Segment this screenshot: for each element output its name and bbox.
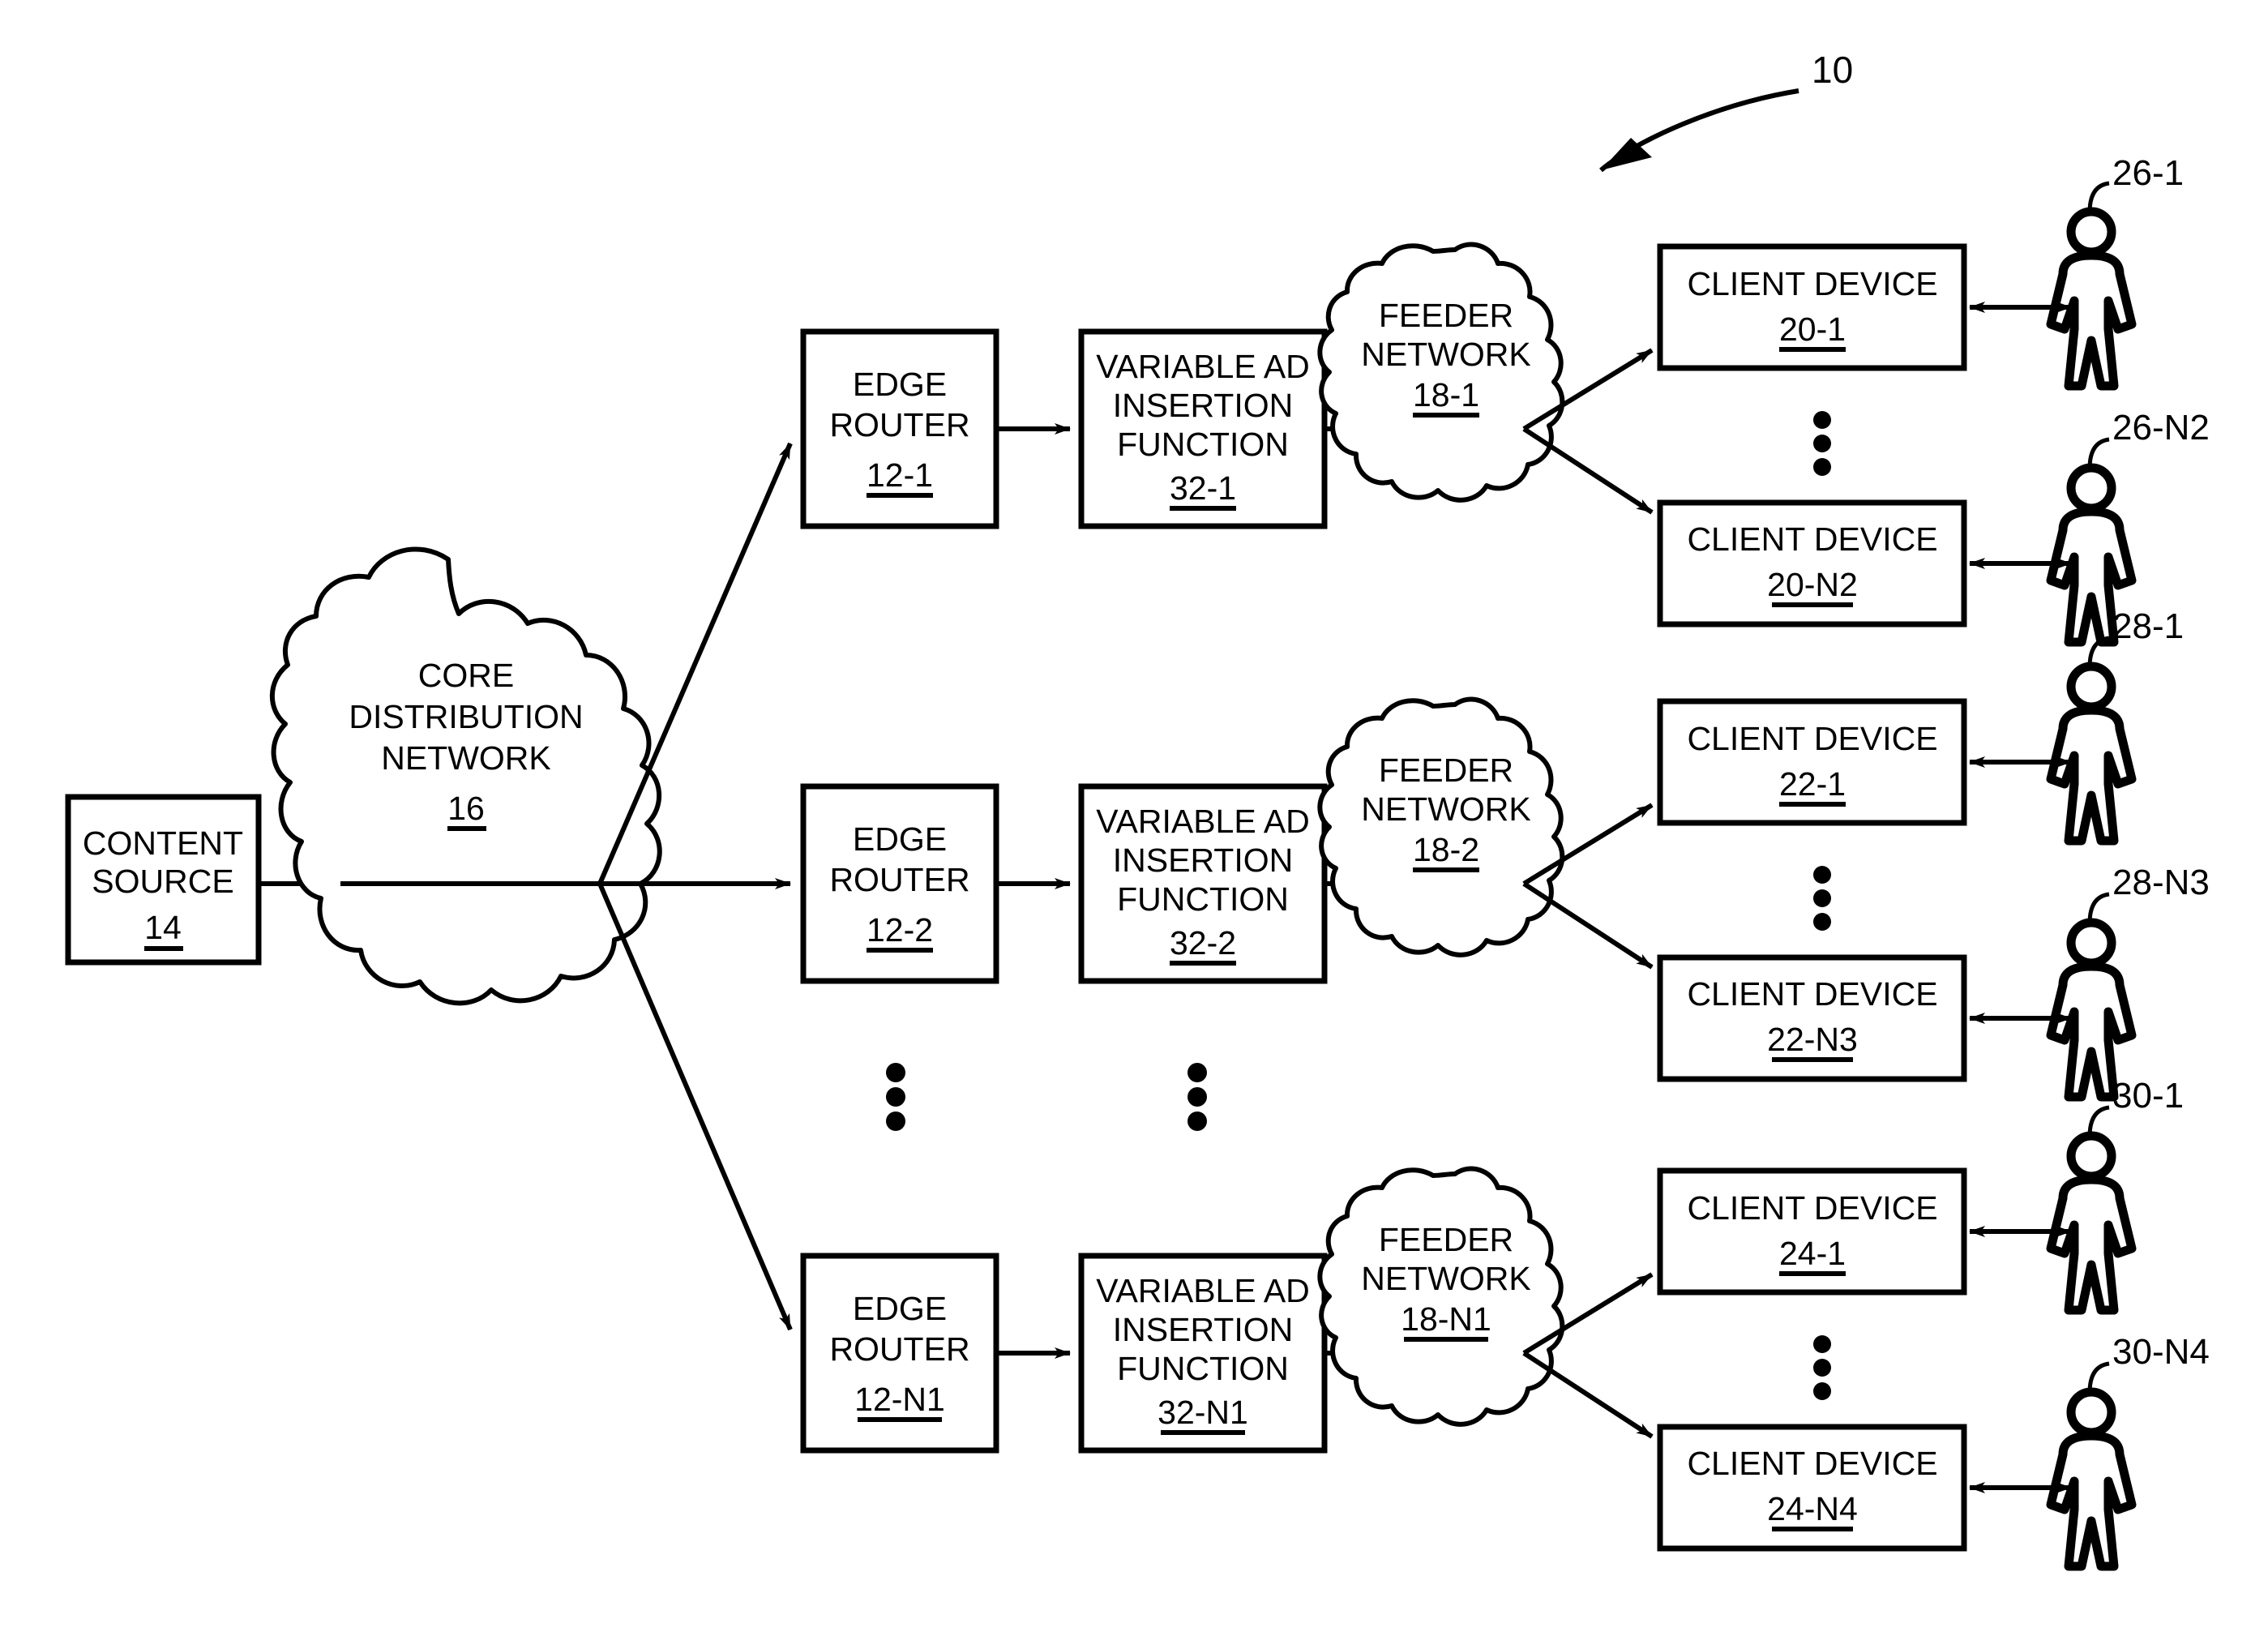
user-ref-leader-row-2-1: 28-N3 xyxy=(2087,863,2210,924)
client-device-ref-row-3-0: 24-1 xyxy=(1779,1235,1846,1272)
feeder-network-ref-row-3: 18-N1 xyxy=(1401,1300,1491,1338)
feeder-network-ref-row-2: 18-2 xyxy=(1413,831,1479,868)
ad-insertion-node-row-2[interactable]: VARIABLE AD INSERTION FUNCTION 32-2 xyxy=(1078,783,1328,984)
ad-insertion-ref-row-2: 32-2 xyxy=(1170,924,1236,962)
client-device-ref-row-3-1: 24-N4 xyxy=(1767,1490,1858,1527)
feeder-network-node-row-1[interactable]: FEEDER NETWORK 18-1 xyxy=(1317,242,1565,503)
client-device-label-row-3-0: CLIENT DEVICE xyxy=(1687,1189,1937,1227)
client-device-node-row-2-1[interactable]: CLIENT DEVICE 22-N3 xyxy=(1657,954,1967,1082)
user-ref-leader-row-3-0: 30-1 xyxy=(2087,1076,2184,1137)
ad-insertion-label-line3-row-1: FUNCTION xyxy=(1117,426,1289,463)
edge-router-label-line1-row-3: EDGE xyxy=(853,1290,947,1327)
user-figure-row-3-1 xyxy=(2046,1387,2137,1571)
client-device-ref-row-1-1: 20-N2 xyxy=(1767,566,1858,603)
content-source-node[interactable]: CONTENT SOURCE 14 xyxy=(65,794,262,966)
ad-insertion-label-line1-row-1: VARIABLE AD xyxy=(1096,348,1310,385)
ad-insertion-ref-row-1: 32-1 xyxy=(1170,469,1236,507)
client-device-label-row-1-0: CLIENT DEVICE xyxy=(1687,265,1937,302)
core-distribution-network-node[interactable]: CORE DISTRIBUTION NETWORK 16 xyxy=(269,546,662,1006)
core-network-ref: 16 xyxy=(447,790,485,827)
feeder-network-node-row-2[interactable]: FEEDER NETWORK 18-2 xyxy=(1317,696,1565,957)
user-ref-label-row-1-0: 26-1 xyxy=(2112,153,2184,193)
edge-router-label-line2-row-1: ROUTER xyxy=(829,406,969,443)
content-source-ref: 14 xyxy=(144,909,182,946)
feeder-network-label-line1-row-1: FEEDER xyxy=(1379,297,1513,334)
ad-insertion-label-line1-row-2: VARIABLE AD xyxy=(1096,803,1310,840)
user-figure-row-1-0 xyxy=(2046,207,2137,391)
client-device-label-row-3-1: CLIENT DEVICE xyxy=(1687,1445,1937,1482)
ad-insertion-label-line1-row-3: VARIABLE AD xyxy=(1096,1272,1310,1309)
feeder-out-arrow-bottom-row-1 xyxy=(1522,426,1654,515)
edge-router-column-ellipsis xyxy=(886,1063,905,1131)
ad-insertion-label-line2-row-1: INSERTION xyxy=(1113,387,1294,424)
edge-router-label-line1-row-1: EDGE xyxy=(853,366,947,403)
core-network-label-line1: CORE xyxy=(418,657,514,694)
content-source-label-line2: SOURCE xyxy=(92,863,233,900)
figure-reference-10: 10 xyxy=(1599,49,1853,173)
ad-insertion-label-line3-row-2: FUNCTION xyxy=(1117,880,1289,918)
user-figure-row-2-0 xyxy=(2046,662,2137,846)
user-ref-label-row-2-1: 28-N3 xyxy=(2112,863,2210,902)
client-device-node-row-3-0[interactable]: CLIENT DEVICE 24-1 xyxy=(1657,1167,1967,1296)
feeder-network-label-line1-row-2: FEEDER xyxy=(1379,752,1513,789)
feeder-network-label-line1-row-3: FEEDER xyxy=(1379,1221,1513,1258)
figure-ref-label: 10 xyxy=(1812,49,1853,91)
feeder-out-arrow-bottom-row-3 xyxy=(1522,1351,1654,1439)
client-ellipsis-row-3 xyxy=(1813,1335,1831,1400)
branch-arrow-row-1 xyxy=(597,442,793,885)
edge-router-node-row-1[interactable]: EDGE ROUTER 12-1 xyxy=(800,328,999,529)
edge-router-label-line2-row-3: ROUTER xyxy=(829,1330,969,1368)
edge-router-node-row-2[interactable]: EDGE ROUTER 12-2 xyxy=(800,783,999,984)
user-ref-label-row-1-1: 26-N2 xyxy=(2112,408,2210,448)
edge-router-node-row-3[interactable]: EDGE ROUTER 12-N1 xyxy=(800,1253,999,1454)
branch-arrow-row-3 xyxy=(597,882,793,1331)
user-figure-row-2-1 xyxy=(2046,918,2137,1102)
ad-insertion-label-line3-row-3: FUNCTION xyxy=(1117,1350,1289,1387)
user-ref-label-row-3-0: 30-1 xyxy=(2112,1076,2184,1116)
feeder-network-label-line2-row-2: NETWORK xyxy=(1361,790,1531,828)
user-ref-leader-row-1-1: 26-N2 xyxy=(2087,408,2210,469)
edge-router-ref-row-1: 12-1 xyxy=(867,456,933,494)
client-ellipsis-row-2 xyxy=(1813,866,1831,931)
core-network-label-line2: DISTRIBUTION xyxy=(349,698,583,735)
user-ref-leader-row-1-0: 26-1 xyxy=(2087,153,2184,213)
edge-router-ref-row-2: 12-2 xyxy=(867,911,933,949)
client-device-label-row-2-1: CLIENT DEVICE xyxy=(1687,975,1937,1013)
client-device-ref-row-2-0: 22-1 xyxy=(1779,765,1846,803)
client-device-ref-row-2-1: 22-N3 xyxy=(1767,1021,1858,1058)
user-ref-label-row-2-0: 28-1 xyxy=(2112,606,2184,646)
ad-insertion-node-row-1[interactable]: VARIABLE AD INSERTION FUNCTION 32-1 xyxy=(1078,328,1328,529)
patent-figure: 10 CONTENT SOURCE 14 CORE DISTRIBUTION N… xyxy=(0,0,2268,1649)
user-ref-leader-row-3-1: 30-N4 xyxy=(2087,1332,2210,1394)
user-ref-label-row-3-1: 30-N4 xyxy=(2112,1332,2210,1372)
ad-insertion-label-line2-row-3: INSERTION xyxy=(1113,1311,1294,1348)
feeder-network-label-line2-row-1: NETWORK xyxy=(1361,336,1531,373)
edge-router-label-line1-row-2: EDGE xyxy=(853,820,947,858)
client-device-label-row-2-0: CLIENT DEVICE xyxy=(1687,720,1937,757)
client-device-node-row-3-1[interactable]: CLIENT DEVICE 24-N4 xyxy=(1657,1424,1967,1552)
ad-insertion-column-ellipsis xyxy=(1187,1063,1207,1131)
client-device-node-row-1-0[interactable]: CLIENT DEVICE 20-1 xyxy=(1657,243,1967,371)
user-figure-row-3-0 xyxy=(2046,1131,2137,1315)
client-device-node-row-2-0[interactable]: CLIENT DEVICE 22-1 xyxy=(1657,698,1967,826)
ad-insertion-label-line2-row-2: INSERTION xyxy=(1113,842,1294,879)
content-source-label-line1: CONTENT xyxy=(83,824,243,862)
feeder-out-arrow-bottom-row-2 xyxy=(1522,881,1654,970)
feeder-network-node-row-3[interactable]: FEEDER NETWORK 18-N1 xyxy=(1317,1166,1565,1427)
feeder-network-label-line2-row-3: NETWORK xyxy=(1361,1260,1531,1297)
feeder-network-ref-row-1: 18-1 xyxy=(1413,376,1479,413)
ad-insertion-node-row-3[interactable]: VARIABLE AD INSERTION FUNCTION 32-N1 xyxy=(1078,1253,1328,1454)
client-device-ref-row-1-0: 20-1 xyxy=(1779,311,1846,348)
edge-router-label-line2-row-2: ROUTER xyxy=(829,861,969,898)
client-device-label-row-1-1: CLIENT DEVICE xyxy=(1687,520,1937,558)
edge-router-ref-row-3: 12-N1 xyxy=(854,1381,945,1418)
ad-insertion-ref-row-3: 32-N1 xyxy=(1158,1394,1248,1431)
client-device-node-row-1-1[interactable]: CLIENT DEVICE 20-N2 xyxy=(1657,499,1967,627)
client-ellipsis-row-1 xyxy=(1813,411,1831,476)
core-network-label-line3: NETWORK xyxy=(381,739,551,777)
